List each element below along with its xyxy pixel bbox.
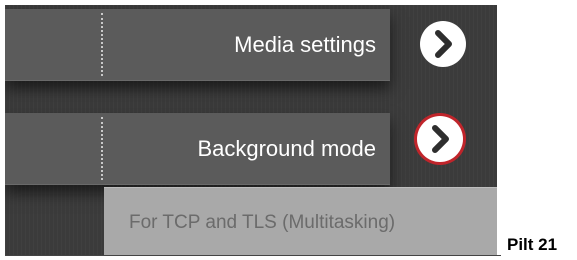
row-dotted-divider bbox=[101, 117, 103, 180]
background-mode-row[interactable]: Background mode bbox=[5, 113, 390, 185]
background-mode-value: For TCP and TLS (Multitasking) bbox=[129, 212, 396, 233]
background-mode-label: Background mode bbox=[197, 136, 376, 161]
chevron-right-icon[interactable] bbox=[417, 116, 463, 162]
media-settings-label: Media settings bbox=[234, 32, 376, 57]
background-mode-option[interactable]: For TCP and TLS (Multitasking) bbox=[104, 187, 497, 256]
figure-caption: Pilt 21 bbox=[507, 235, 558, 254]
caption-underline bbox=[5, 255, 501, 256]
chevron-right-icon[interactable] bbox=[420, 21, 466, 67]
media-settings-row[interactable]: Media settings bbox=[5, 9, 390, 81]
settings-screen: Media settings Background mode For TCP a… bbox=[5, 5, 497, 256]
row-dotted-divider bbox=[101, 13, 103, 76]
